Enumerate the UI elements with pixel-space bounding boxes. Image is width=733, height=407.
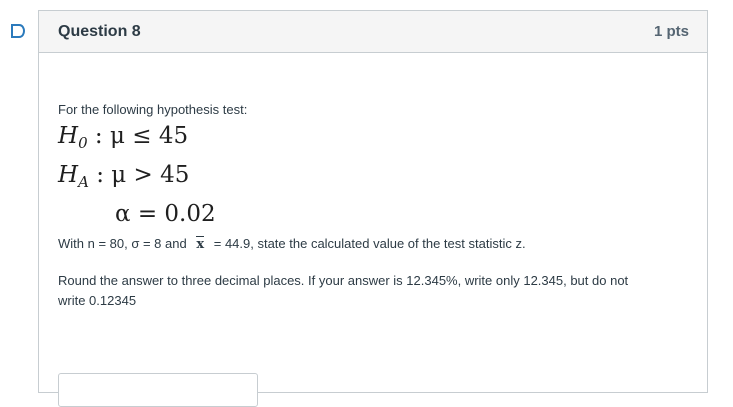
h0-symbol: H (58, 123, 79, 149)
ha-expression: : μ > 45 (96, 162, 190, 188)
answer-input[interactable] (58, 373, 258, 407)
h0-expression: : μ ≤ 45 (94, 123, 189, 149)
question-title: Question 8 (58, 22, 141, 40)
null-hypothesis: H0 : μ ≤ 45 (58, 123, 188, 152)
ha-symbol: H (58, 162, 79, 188)
question-header: Question 8 1 pts (39, 11, 707, 53)
question-intro: For the following hypothesis test: (58, 102, 248, 117)
ha-subscript: A (78, 173, 89, 191)
alternative-hypothesis: HA : μ > 45 (58, 162, 189, 191)
given-suffix: = 44.9, state the calculated value of th… (213, 236, 526, 251)
rounding-instructions: Round the answer to three decimal places… (58, 273, 629, 308)
question-points: 1 pts (653, 23, 689, 40)
bookmark-flag-icon[interactable] (10, 22, 26, 40)
significance-level: α = 0.02 (115, 201, 216, 227)
h0-subscript: 0 (78, 134, 88, 152)
given-prefix: With n = 80, σ = 8 and (58, 236, 187, 251)
x-bar-symbol: x (196, 236, 205, 252)
question-card: Question 8 1 pts For the following hypot… (38, 10, 708, 407)
given-values: With n = 80, σ = 8 and x = 44.9, state t… (58, 236, 526, 252)
